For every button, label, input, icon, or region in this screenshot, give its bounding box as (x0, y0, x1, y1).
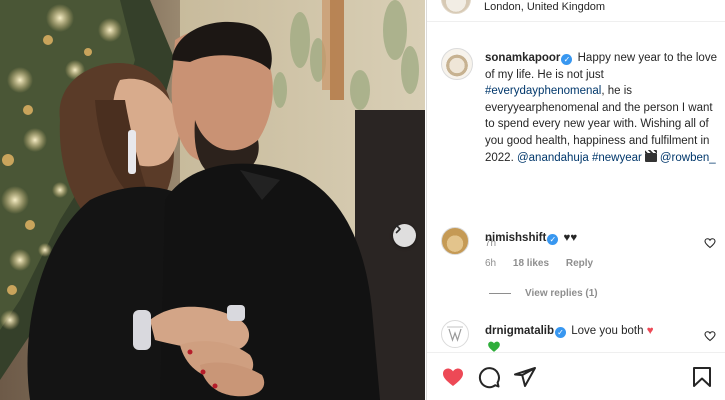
green-heart-emoji (488, 341, 500, 352)
comment-text: nimishshift ✓ ♥♥ (485, 232, 577, 245)
photo-illustration (0, 0, 425, 400)
verified-icon: ✓ (547, 234, 559, 245)
comment-avatar[interactable] (441, 320, 469, 348)
paper-plane-icon[interactable] (513, 365, 537, 389)
post-photo[interactable] (0, 0, 425, 400)
header-avatar[interactable] (441, 0, 471, 14)
comment-username[interactable]: drnigmatalib (485, 325, 554, 337)
clapper-board-icon (644, 149, 657, 162)
comment-like-heart-icon[interactable] (704, 237, 716, 249)
comment-body: Love you both (571, 325, 644, 337)
verified-icon: ✓ (561, 54, 573, 65)
comment-likes[interactable]: 18 likes (513, 258, 549, 269)
comment-username[interactable]: nimishshift (485, 232, 546, 244)
comment-icon[interactable] (477, 365, 501, 389)
comment-text: drnigmatalib ✓ Love you both ♥ (485, 325, 654, 338)
bookmark-icon[interactable] (690, 365, 714, 389)
hashtag-link[interactable]: #everydayphenomenal (485, 85, 601, 97)
caption-username[interactable]: sonamkapoor (485, 52, 560, 64)
next-photo-button[interactable] (393, 224, 416, 247)
view-replies-button[interactable]: View replies (1) (489, 288, 598, 299)
monogram-logo-icon (447, 326, 463, 342)
heart-icon[interactable] (441, 365, 465, 389)
comment-avatar[interactable] (441, 227, 469, 255)
reply-button[interactable]: Reply (566, 258, 593, 269)
chevron-right-icon (395, 224, 401, 234)
comment-body: ♥♥ (563, 232, 578, 244)
replies-divider (489, 293, 511, 294)
comment-meta: 6h 18 likes Reply (485, 258, 607, 269)
location-link[interactable]: London, United Kingdom (484, 1, 605, 13)
view-replies-label: View replies (1) (525, 288, 598, 299)
hashtag-link[interactable]: #newyear (592, 152, 642, 164)
comment-like-heart-icon[interactable] (704, 330, 716, 342)
comment-time[interactable]: 6h (485, 258, 496, 269)
caption-avatar[interactable] (441, 48, 473, 80)
verified-icon: ✓ (555, 327, 567, 338)
red-heart-emoji: ♥ (646, 325, 654, 337)
mention-link[interactable]: @anandahuja (517, 152, 589, 164)
post-action-bar (427, 352, 725, 400)
post-header: London, United Kingdom (427, 0, 725, 22)
mention-link[interactable]: @rowben_ (660, 152, 716, 164)
caption-text: sonamkapoor ✓ Happy new year to the love … (485, 50, 720, 166)
post-details-panel: London, United Kingdom sonamkapoor ✓ Happ… (426, 0, 725, 400)
